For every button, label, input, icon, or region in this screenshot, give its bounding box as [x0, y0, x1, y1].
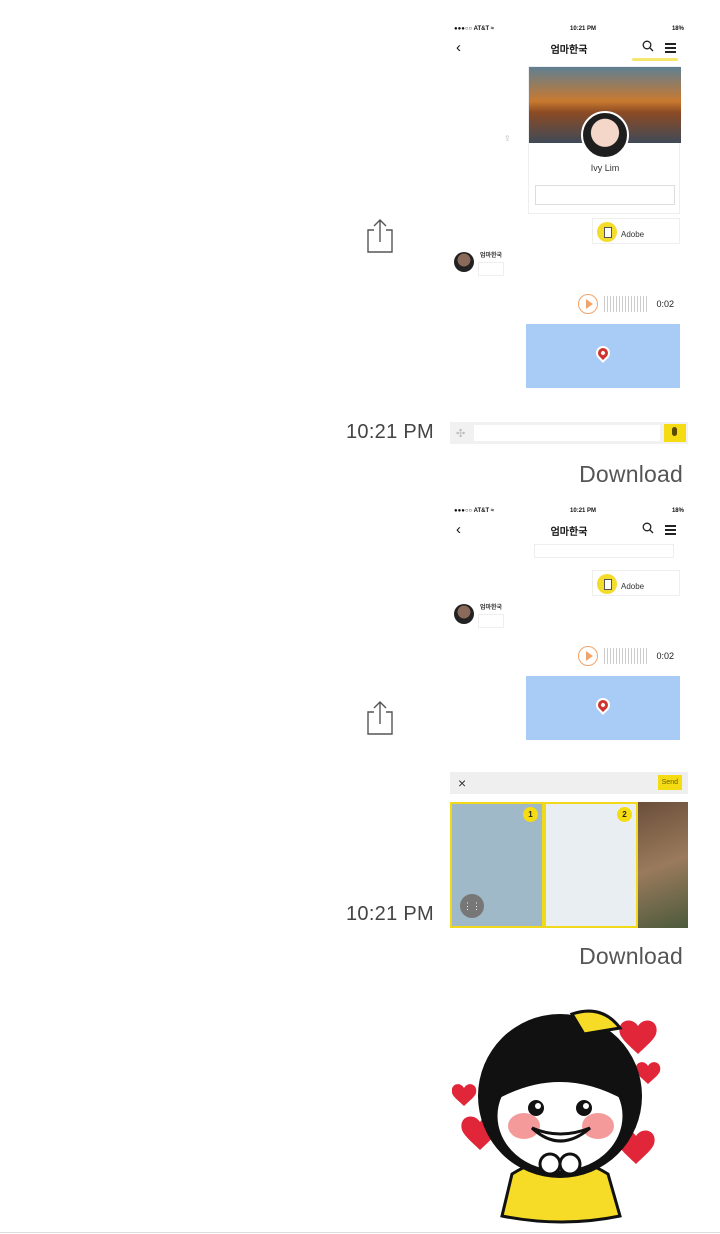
highlight-underline — [632, 58, 678, 61]
share-button[interactable] — [364, 700, 396, 736]
waveform-icon — [604, 296, 648, 312]
picker-send-button: Send — [657, 775, 682, 790]
file-name: Adobe — [621, 230, 645, 239]
phone-status-bar: ●●●○○ AT&T ≈ 10:21 PM 18% — [450, 504, 688, 518]
selection-number: 2 — [617, 807, 632, 822]
sender-name: 엄마한국 — [480, 253, 503, 259]
battery-text: 18% — [671, 26, 684, 32]
file-message: Adobe — [592, 570, 680, 596]
download-link[interactable]: Download — [579, 943, 683, 970]
menu-icon — [665, 525, 676, 537]
download-link[interactable]: Download — [579, 461, 683, 488]
message-time: 10:21 PM — [345, 421, 434, 443]
received-message — [478, 262, 504, 276]
share-icon — [367, 219, 393, 253]
divider — [0, 1232, 720, 1233]
sender-avatar — [454, 252, 474, 272]
photo-thumbnail-3 — [638, 802, 688, 928]
file-icon — [597, 222, 617, 242]
file-icon — [597, 574, 617, 594]
chat-nav-bar: ‹ 엄마한국 — [450, 518, 688, 542]
sender-avatar — [454, 604, 474, 624]
chat-input-bar: ✣ — [450, 422, 688, 444]
girl-with-hearts-sticker — [452, 1009, 661, 1224]
search-icon — [642, 522, 654, 534]
plus-icon: ✣ — [456, 428, 466, 440]
map-pin-icon — [593, 343, 613, 363]
location-map — [526, 676, 680, 740]
location-map — [526, 324, 680, 388]
back-chevron-icon: ‹ — [456, 521, 461, 538]
chat-input-field — [474, 425, 660, 441]
forward-icon: ⇪ — [504, 134, 511, 143]
battery-text: 18% — [671, 508, 684, 514]
profile-action-button — [535, 185, 675, 205]
search-icon — [642, 40, 654, 52]
carrier-text: ●●●○○ AT&T ≈ — [454, 508, 495, 514]
share-button[interactable] — [364, 218, 396, 254]
photo-picker: × Send 1 2 ⋮⋮ — [450, 772, 688, 928]
voice-message: 0:02 — [576, 644, 680, 668]
play-icon — [578, 294, 598, 314]
photo-thumbnail-2: 2 — [544, 802, 638, 928]
file-message: Adobe — [592, 218, 680, 244]
screenshot-image[interactable]: ●●●○○ AT&T ≈ 10:21 PM 18% ‹ 엄마한국 Ivy Lim… — [450, 22, 688, 446]
close-icon: × — [458, 775, 467, 791]
voice-duration: 0:02 — [656, 651, 674, 661]
message-time: 10:21 PM — [345, 903, 434, 925]
profile-action-button — [534, 544, 674, 558]
voice-message: 0:02 — [576, 292, 680, 316]
share-icon — [367, 701, 393, 735]
carrier-text: ●●●○○ AT&T ≈ — [454, 26, 495, 32]
selection-number: 1 — [523, 807, 538, 822]
waveform-icon — [604, 648, 648, 664]
play-icon — [578, 646, 598, 666]
screenshot-image[interactable]: ●●●○○ AT&T ≈ 10:21 PM 18% ‹ 엄마한국 Adobe 엄… — [450, 504, 688, 928]
profile-name: Ivy Lim — [590, 163, 620, 173]
back-chevron-icon: ‹ — [456, 39, 461, 56]
clock-text: 10:21 PM — [570, 508, 597, 514]
keypad-icon: ⋮⋮ — [460, 894, 484, 918]
voice-duration: 0:02 — [656, 299, 674, 309]
chat-nav-bar: ‹ 엄마한국 — [450, 36, 688, 60]
microphone-icon — [664, 424, 686, 442]
file-name: Adobe — [621, 582, 645, 591]
received-message — [478, 614, 504, 628]
phone-status-bar: ●●●○○ AT&T ≈ 10:21 PM 18% — [450, 22, 688, 36]
chat-title: 엄마한국 — [550, 526, 588, 538]
chat-title: 엄마한국 — [550, 44, 588, 56]
map-pin-icon — [593, 695, 613, 715]
clock-text: 10:21 PM — [570, 26, 597, 32]
avatar — [581, 111, 629, 159]
picker-header: × Send — [450, 772, 688, 794]
sender-name: 엄마한국 — [480, 605, 503, 611]
menu-icon — [665, 43, 676, 55]
profile-card: Ivy Lim — [528, 66, 681, 214]
